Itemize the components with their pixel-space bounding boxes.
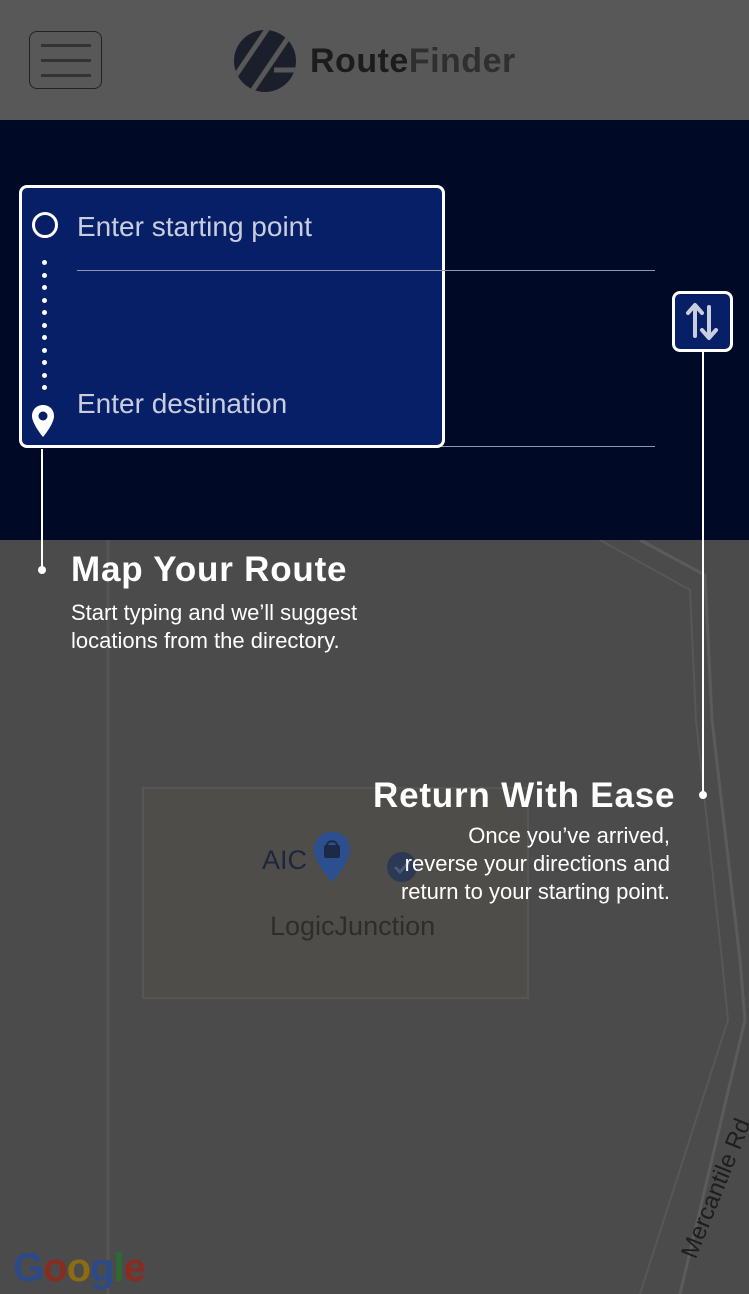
menu-button[interactable] [29, 31, 102, 89]
hamburger-icon-bar [41, 74, 91, 77]
return-callout-body: Once you’ve arrived, reverse your direct… [400, 823, 670, 904]
routefinder-logo-icon [234, 30, 296, 92]
route-callout-body: Start typing and we’ll suggest locations… [71, 600, 358, 653]
destination-input[interactable]: Enter destination [77, 388, 287, 420]
route-dot [42, 310, 47, 315]
route-callout-dot [38, 566, 46, 574]
route-dot [42, 298, 47, 303]
swap-arrows-icon [686, 303, 718, 340]
origin-circle-icon [32, 212, 58, 238]
hamburger-icon-bar [41, 44, 91, 47]
brand-logo[interactable]: RouteFinder [234, 30, 516, 92]
return-callout-line [702, 352, 704, 795]
route-callout-title: Map Your Route [71, 550, 348, 589]
start-underline [77, 270, 655, 271]
poi-label-logicjunction[interactable]: LogicJunction [270, 911, 435, 942]
return-callout-dot [699, 791, 707, 799]
route-dot [42, 348, 47, 353]
brand-name: RouteFinder [310, 41, 516, 80]
route-dot [42, 260, 47, 265]
route-callout-line [41, 449, 43, 569]
route-dot [42, 273, 47, 278]
route-dot [42, 360, 47, 365]
route-dot [42, 285, 47, 290]
app-header: RouteFinder [0, 0, 749, 120]
start-point-input[interactable]: Enter starting point [77, 211, 312, 243]
route-dot [42, 385, 47, 390]
swap-directions-button[interactable] [672, 291, 733, 352]
poi-label-aic[interactable]: AIC [262, 845, 307, 876]
shopping-bag-pin-icon[interactable] [312, 830, 352, 884]
return-callout-title: Return With Ease [373, 776, 676, 815]
route-dot [42, 335, 47, 340]
hamburger-icon-bar [41, 59, 91, 62]
route-dot [42, 373, 47, 378]
route-dot [42, 323, 47, 328]
map-pin-icon [32, 405, 54, 437]
google-attribution-logo: Google [13, 1246, 146, 1290]
